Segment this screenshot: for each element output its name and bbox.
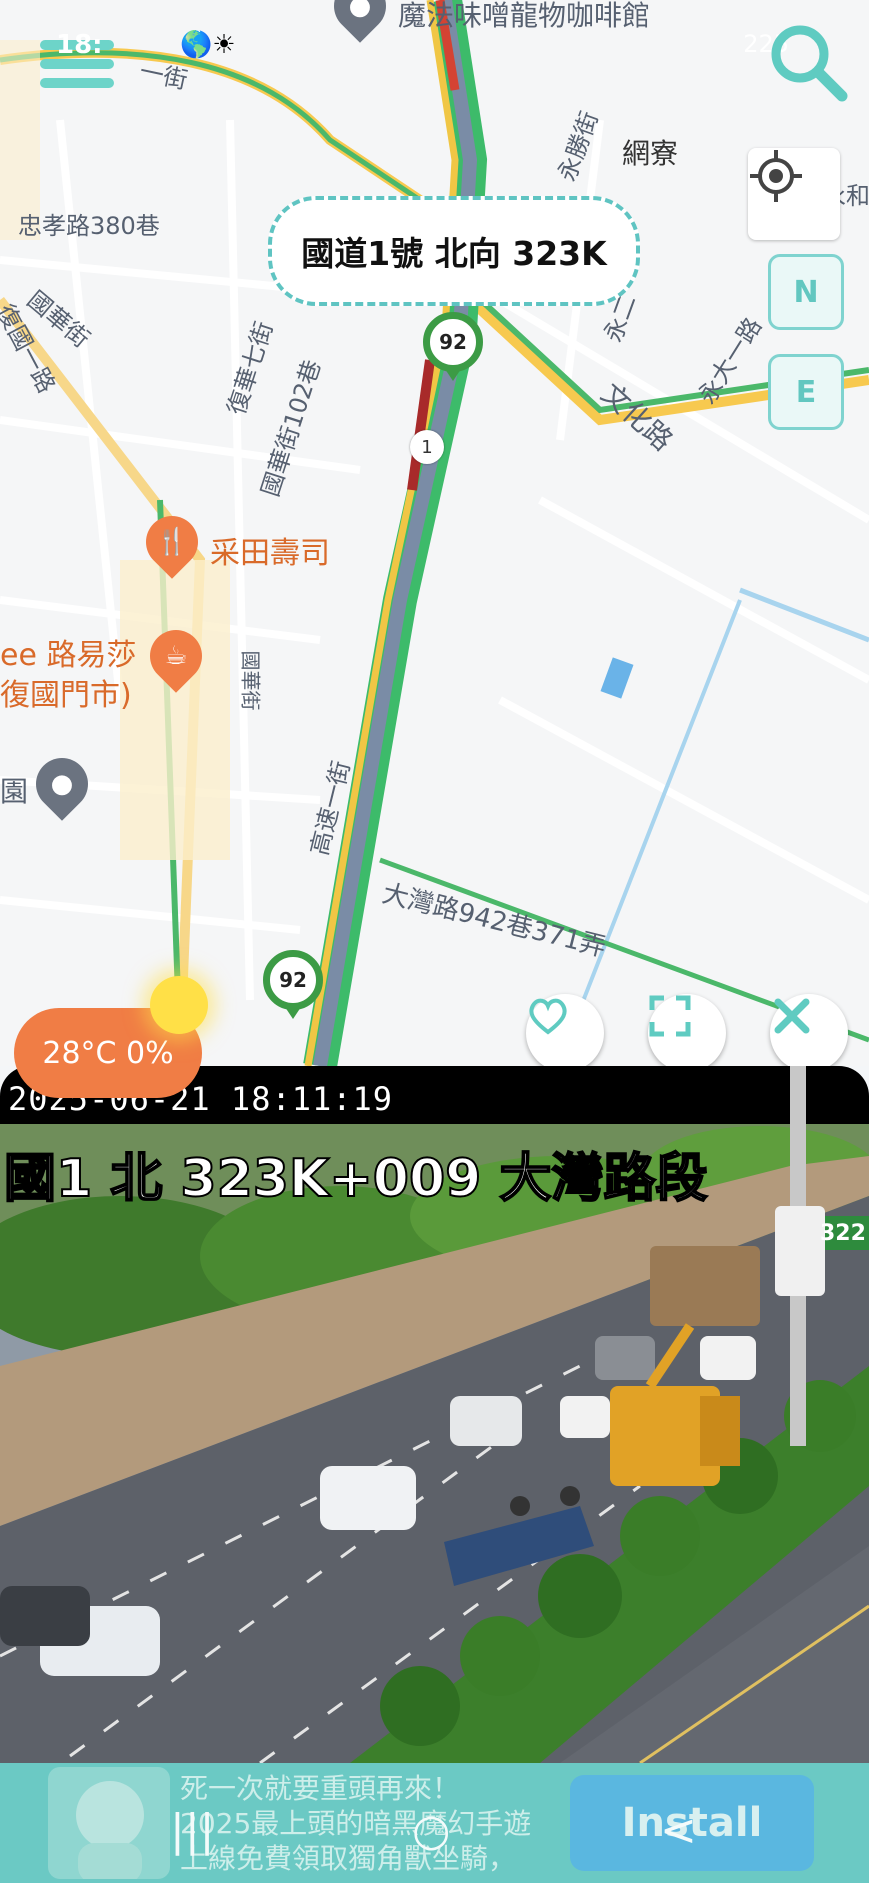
restaurant-label[interactable]: 采田壽司 <box>210 528 330 572</box>
highway-marker[interactable]: 1 <box>410 430 444 464</box>
poi-label-top: 魔法味噌龍物咖啡館 <box>398 0 651 32</box>
my-location-button[interactable] <box>748 148 840 240</box>
search-icon <box>771 25 848 102</box>
map-view[interactable]: 魔法味噌龍物咖啡館 一街 網寮 忠孝路380巷 國華街 復國一路 復華七街 國華… <box>0 0 869 1066</box>
street-label-15: 國華街 <box>238 650 263 711</box>
ad-text[interactable]: 死一次就要重頭再來！ 2025最上頭的暗黑魔幻手遊 上線免費領取獨角獸坐騎， <box>180 1771 531 1876</box>
close-icon <box>774 998 810 1034</box>
street-label-3: 忠孝路380巷 <box>18 212 160 240</box>
expand-icon <box>649 995 691 1037</box>
highway-sign: 322 <box>820 1221 866 1246</box>
fork-knife-icon: 🍴 <box>155 527 189 557</box>
street-label-16: 園 <box>0 775 29 808</box>
fullscreen-button[interactable] <box>648 994 726 1066</box>
restaurant-pin[interactable]: 🍴 <box>135 505 209 579</box>
home-button[interactable]: ○ <box>412 1805 450 1856</box>
traffic-camera-view[interactable]: 2025-06-21 18:11:19 國1 北 323K+009 大灣路段 3… <box>0 1066 869 1763</box>
search-button[interactable] <box>764 18 852 106</box>
coffee-cup-icon: ☕ <box>164 641 188 671</box>
street-label-2: 網寮 <box>622 137 679 170</box>
dot-icon: ● <box>348 0 372 22</box>
east-button[interactable]: E <box>768 354 844 430</box>
camera-location-callout[interactable]: 國道1號 北向 323K <box>268 196 640 306</box>
close-button[interactable] <box>770 994 848 1066</box>
ad-image[interactable] <box>48 1767 170 1879</box>
crosshair-icon <box>750 150 802 202</box>
ad-line-3: 上線免費領取獨角獸坐騎， <box>180 1842 517 1875</box>
dot-icon: ● <box>50 769 74 799</box>
ad-line-1: 死一次就要重頭再來！ <box>180 1772 461 1805</box>
back-button[interactable]: < <box>660 1805 697 1856</box>
location-pin[interactable]: ● <box>25 747 99 821</box>
status-time: 18: <box>56 30 103 60</box>
ad-character-image <box>76 1781 144 1879</box>
recent-apps-button[interactable]: ||| <box>170 1805 214 1856</box>
menu-line <box>40 59 114 69</box>
heart-icon <box>529 998 567 1035</box>
route-badge-bottom[interactable]: 92 <box>263 950 323 1019</box>
ad-line-2: 2025最上頭的暗黑魔幻手遊 <box>180 1807 532 1840</box>
cafe-pin[interactable]: ☕ <box>139 619 213 693</box>
status-weather-icons: 🌎☀ <box>180 30 236 60</box>
route-badge-top[interactable]: 92 <box>423 312 483 381</box>
camera-location-label: 國1 北 323K+009 大灣路段 <box>3 1148 708 1210</box>
cafe-label-line1[interactable]: ee 路易莎 <box>0 630 136 674</box>
cafe-label-line2[interactable]: 復國門市) <box>0 670 132 714</box>
menu-line <box>40 78 114 88</box>
sun-icon <box>150 976 208 1034</box>
north-up-button[interactable]: N <box>768 254 844 330</box>
favorite-button[interactable] <box>526 994 604 1066</box>
